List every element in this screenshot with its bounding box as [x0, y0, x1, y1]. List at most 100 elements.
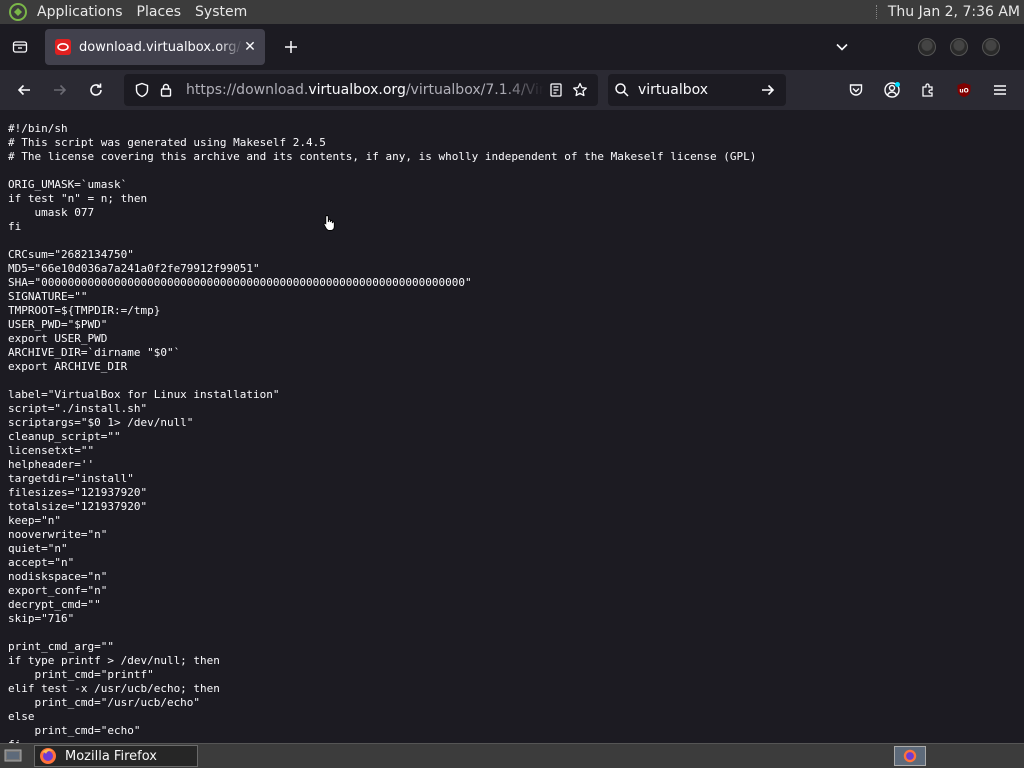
- script-line: [8, 374, 1016, 388]
- new-tab-button[interactable]: [275, 31, 307, 63]
- script-line: export USER_PWD: [8, 332, 108, 345]
- script-line: [8, 164, 1016, 178]
- search-bar[interactable]: [608, 74, 786, 106]
- clock[interactable]: Thu Jan 2, 7:36 AM: [888, 4, 1024, 20]
- plus-icon: [285, 41, 297, 53]
- applications-menu[interactable]: Applications: [30, 0, 130, 24]
- script-line: SIGNATURE="": [8, 290, 88, 303]
- script-line: scriptargs="$0 1> /dev/null": [8, 416, 194, 429]
- script-line: TMPROOT=${TMPDIR:=/tmp}: [8, 304, 161, 317]
- script-line: # This script was generated using Makese…: [8, 136, 326, 149]
- panel-right: Thu Jan 2, 7:36 AM: [875, 0, 1024, 24]
- taskbar-window-firefox[interactable]: Mozilla Firefox: [34, 745, 198, 767]
- tracking-protection-icon[interactable]: [130, 78, 154, 102]
- firefox-view-icon: [12, 41, 28, 53]
- firefox-view-button[interactable]: [4, 31, 36, 63]
- url-host: virtualbox.org: [308, 82, 406, 98]
- script-line: if type printf > /dev/null; then: [8, 654, 220, 667]
- script-line: quiet="n": [8, 542, 68, 555]
- list-all-tabs-button[interactable]: [826, 31, 858, 63]
- url-text[interactable]: https://download.virtualbox.org/virtualb…: [186, 82, 544, 98]
- script-line: print_cmd_arg="": [8, 640, 114, 653]
- script-line: nooverwrite="n": [8, 528, 108, 541]
- search-input[interactable]: [638, 82, 756, 98]
- url-prefix: https://download.: [186, 82, 309, 98]
- script-line: SHA="00000000000000000000000000000000000…: [8, 276, 472, 289]
- script-line: accept="n": [8, 556, 75, 569]
- window-controls: [918, 38, 1000, 56]
- reader-view-icon[interactable]: [544, 78, 568, 102]
- distro-logo-icon[interactable]: [8, 2, 28, 22]
- script-line: script="./install.sh": [8, 402, 148, 415]
- taskbar-window-title: Mozilla Firefox: [65, 748, 157, 764]
- script-line: #!/bin/sh: [8, 122, 68, 135]
- pocket-icon: [849, 84, 863, 96]
- script-line: umask 077: [8, 206, 95, 219]
- tab-active[interactable]: download.virtualbox.org/virtualbox/7.1.4…: [45, 29, 265, 65]
- search-go-icon[interactable]: [756, 78, 780, 102]
- hand-cursor-icon: [323, 215, 335, 231]
- panel-menu: Applications Places System: [0, 0, 254, 24]
- arrow-left-icon: [17, 84, 30, 96]
- script-line: MD5="66e10d036a7a241a0f2fe79912f99051": [8, 262, 260, 275]
- app-menu-button[interactable]: [984, 74, 1016, 106]
- workspace-switcher[interactable]: [894, 746, 926, 766]
- script-line: [8, 626, 1016, 640]
- lock-icon[interactable]: [154, 78, 178, 102]
- script-line: [8, 234, 1016, 248]
- ublock-origin-icon: uO: [957, 83, 971, 97]
- url-path: /virtualbox/7.1.4/VirtualBox-7.1.4-16510…: [405, 82, 544, 98]
- script-line: # The license covering this archive and …: [8, 150, 757, 163]
- reload-icon: [90, 83, 102, 96]
- tab-close-icon[interactable]: ✕: [243, 39, 257, 55]
- script-line: ORIG_UMASK=`umask`: [8, 178, 128, 191]
- bookmark-star-icon[interactable]: [568, 78, 592, 102]
- system-menu[interactable]: System: [188, 0, 254, 24]
- script-line: export_conf="n": [8, 584, 108, 597]
- script-line: export ARCHIVE_DIR: [8, 360, 128, 373]
- script-line: USER_PWD="$PWD": [8, 318, 108, 331]
- script-line: nodiskspace="n": [8, 570, 108, 583]
- chevron-down-icon: [836, 43, 848, 51]
- account-icon: [884, 82, 900, 98]
- show-desktop-button[interactable]: [2, 745, 24, 767]
- top-panel: Applications Places System Thu Jan 2, 7:…: [0, 0, 1024, 24]
- forward-button[interactable]: [44, 74, 76, 106]
- script-line: label="VirtualBox for Linux installation…: [8, 388, 280, 401]
- extensions-button[interactable]: [912, 74, 944, 106]
- script-line: ARCHIVE_DIR=`dirname "$0"`: [8, 346, 181, 359]
- account-button[interactable]: [876, 74, 908, 106]
- script-line: print_cmd="echo": [8, 724, 141, 737]
- reload-button[interactable]: [80, 74, 112, 106]
- places-menu[interactable]: Places: [130, 0, 189, 24]
- puzzle-icon: [922, 83, 933, 97]
- script-line: decrypt_cmd="": [8, 598, 101, 611]
- minimize-button[interactable]: [918, 38, 936, 56]
- script-line: licensetxt="": [8, 444, 95, 457]
- script-line: targetdir="install": [8, 472, 134, 485]
- script-line: print_cmd="printf": [8, 668, 154, 681]
- url-bar[interactable]: https://download.virtualbox.org/virtualb…: [124, 74, 598, 106]
- taskbar: Mozilla Firefox: [0, 743, 1024, 768]
- script-line: totalsize="121937920": [8, 500, 148, 513]
- maximize-button[interactable]: [950, 38, 968, 56]
- desktop-icon: [4, 749, 22, 762]
- script-line: print_cmd="/usr/ucb/echo": [8, 696, 201, 709]
- hamburger-menu-icon: [994, 85, 1006, 95]
- script-line: filesizes="121937920": [8, 486, 148, 499]
- firefox-logo-icon: [40, 748, 56, 764]
- toolbar-right: uO: [840, 74, 1016, 106]
- script-line: if test "n" = n; then: [8, 192, 148, 205]
- ublock-origin-button[interactable]: uO: [948, 74, 980, 106]
- script-line: elif test -x /usr/ucb/echo; then: [8, 682, 220, 695]
- script-line: cleanup_script="": [8, 430, 121, 443]
- back-button[interactable]: [8, 74, 40, 106]
- close-window-button[interactable]: [982, 38, 1000, 56]
- arrow-right-icon: [54, 84, 67, 96]
- tab-title: download.virtualbox.org/virtualbox/7.1.4…: [79, 39, 243, 55]
- script-source-text: #!/bin/sh # This script was generated usi…: [0, 110, 1024, 743]
- panel-separator: [875, 5, 880, 19]
- pocket-button[interactable]: [840, 74, 872, 106]
- script-line: helpheader='': [8, 458, 95, 471]
- virtualbox-favicon-icon: [55, 39, 71, 55]
